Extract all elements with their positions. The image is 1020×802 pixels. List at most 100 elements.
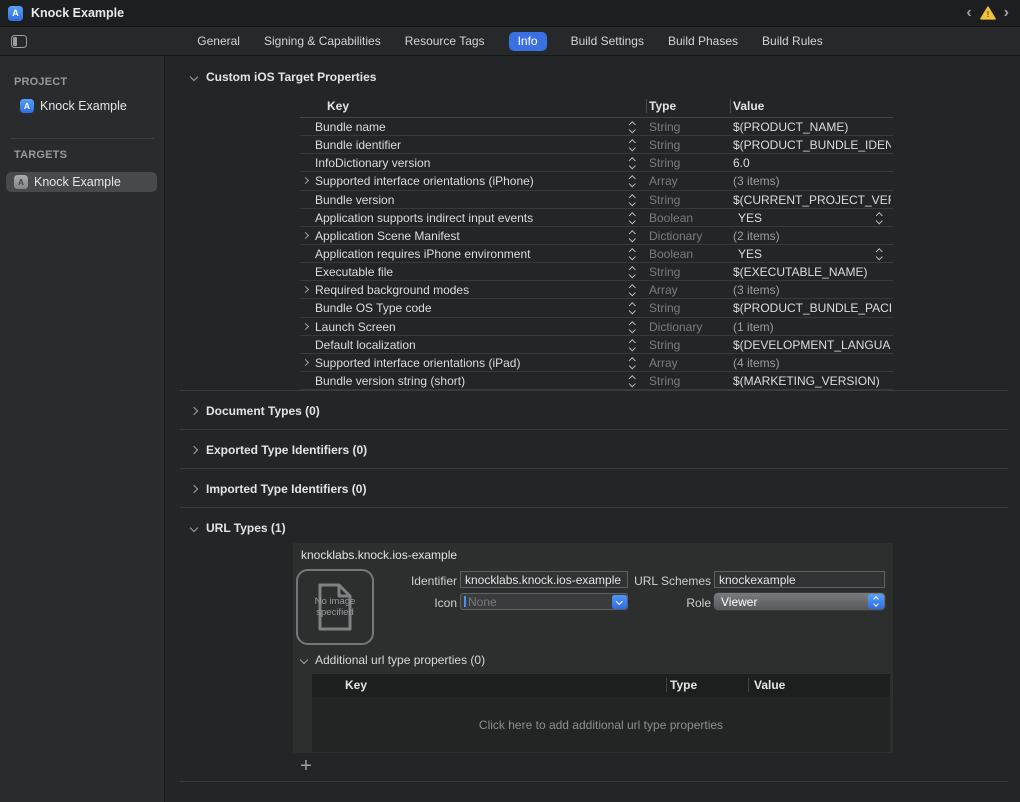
- property-row[interactable]: Application requires iPhone environmentB…: [300, 245, 893, 263]
- tab-general[interactable]: General: [197, 32, 240, 51]
- tab-build-settings[interactable]: Build Settings: [571, 32, 644, 51]
- stepper-icon[interactable]: [630, 267, 635, 278]
- property-value[interactable]: $(PRODUCT_NAME): [733, 120, 891, 134]
- column-separator: [730, 99, 731, 113]
- role-label: Role: [581, 596, 711, 610]
- section-title: Document Types (0): [206, 404, 320, 418]
- property-row[interactable]: Supported interface orientations (iPhone…: [300, 172, 893, 190]
- property-row[interactable]: Executable fileString$(EXECUTABLE_NAME): [300, 263, 893, 281]
- chevron-right-icon[interactable]: [302, 286, 309, 293]
- property-value[interactable]: $(PRODUCT_BUNDLE_PACKA: [733, 301, 891, 315]
- property-type: Dictionary: [649, 320, 702, 334]
- property-type: String: [649, 138, 680, 152]
- stepper-icon[interactable]: [630, 285, 635, 296]
- tab-resource-tags[interactable]: Resource Tags: [405, 32, 485, 51]
- stepper-icon[interactable]: [630, 158, 635, 169]
- project-icon: A: [20, 99, 34, 113]
- add-url-properties-area[interactable]: Click here to add additional url type pr…: [312, 697, 890, 752]
- warning-icon[interactable]: !: [980, 6, 996, 20]
- property-value[interactable]: $(MARKETING_VERSION): [733, 374, 891, 388]
- url-type-entry: knocklabs.knock.ios-example No image spe…: [293, 543, 893, 753]
- stepper-icon[interactable]: [630, 376, 635, 387]
- back-button[interactable]: ‹: [966, 5, 971, 21]
- property-row[interactable]: Application Scene ManifestDictionary(2 i…: [300, 227, 893, 245]
- role-dropdown[interactable]: Viewer: [714, 593, 885, 610]
- popup-stepper-icon: [868, 594, 884, 609]
- property-type: String: [649, 120, 680, 134]
- chevron-right-icon[interactable]: [302, 232, 309, 239]
- property-value[interactable]: YES: [738, 211, 888, 225]
- property-value[interactable]: (4 items): [733, 356, 891, 370]
- section-url-types[interactable]: URL Types (1): [191, 520, 286, 536]
- stepper-icon[interactable]: [877, 249, 882, 260]
- property-row[interactable]: Bundle version string (short)String$(MAR…: [300, 372, 893, 390]
- property-key: Launch Screen: [315, 320, 396, 334]
- property-value[interactable]: $(CURRENT_PROJECT_VERS: [733, 193, 891, 207]
- property-value[interactable]: $(DEVELOPMENT_LANGUAGI: [733, 338, 891, 352]
- property-row[interactable]: InfoDictionary versionString6.0: [300, 154, 893, 172]
- section-custom-ios-target-properties[interactable]: Custom iOS Target Properties: [191, 69, 376, 85]
- column-header-type: Type: [670, 678, 697, 692]
- add-url-type-button[interactable]: +: [297, 758, 315, 776]
- property-key: Bundle version: [315, 193, 394, 207]
- property-type: String: [649, 374, 680, 388]
- section-additional-url-properties[interactable]: Additional url type properties (0): [301, 653, 485, 667]
- title-bar: A Knock Example ‹ ! ›: [0, 0, 1020, 27]
- url-schemes-field[interactable]: knockexample: [714, 571, 885, 588]
- stepper-icon[interactable]: [630, 358, 635, 369]
- chevron-right-icon: [190, 407, 198, 415]
- property-value[interactable]: $(PRODUCT_BUNDLE_IDENT: [733, 138, 891, 152]
- table-header: Key Type Value: [312, 674, 890, 697]
- property-row[interactable]: Required background modesArray(3 items): [300, 281, 893, 299]
- property-row[interactable]: Launch Screen Dictionary (1 item): [300, 318, 893, 336]
- property-value[interactable]: (3 items): [733, 174, 891, 188]
- stepper-icon[interactable]: [630, 122, 635, 133]
- stepper-icon[interactable]: [630, 213, 635, 224]
- property-value[interactable]: $(EXECUTABLE_NAME): [733, 265, 891, 279]
- property-row[interactable]: Bundle nameString$(PRODUCT_NAME): [300, 118, 893, 136]
- stepper-icon[interactable]: [630, 195, 635, 206]
- column-separator: [646, 99, 647, 113]
- navigator-sidebar: PROJECT A Knock Example TARGETS A Knock …: [0, 56, 165, 802]
- stepper-icon[interactable]: [877, 213, 882, 224]
- stepper-icon[interactable]: [630, 303, 635, 314]
- stepper-icon[interactable]: [630, 249, 635, 260]
- tab-build-phases[interactable]: Build Phases: [668, 32, 738, 51]
- property-row[interactable]: Default localizationString$(DEVELOPMENT_…: [300, 336, 893, 354]
- property-type: Boolean: [649, 211, 693, 225]
- property-value[interactable]: (2 items): [733, 229, 891, 243]
- project-app-icon: A: [8, 6, 23, 21]
- chevron-right-icon[interactable]: [302, 323, 309, 330]
- stepper-icon[interactable]: [630, 231, 635, 242]
- property-value[interactable]: YES: [738, 247, 888, 261]
- property-row[interactable]: Supported interface orientations (iPad)A…: [300, 354, 893, 372]
- section-document-types-0[interactable]: Document Types (0): [191, 403, 320, 419]
- sidebar-item-target[interactable]: A Knock Example: [6, 172, 157, 192]
- chevron-right-icon[interactable]: [302, 177, 309, 184]
- property-row[interactable]: Application supports indirect input even…: [300, 209, 893, 227]
- tab-build-rules[interactable]: Build Rules: [762, 32, 823, 51]
- chevron-right-icon[interactable]: [302, 359, 309, 366]
- section-imported-type-identifiers-0[interactable]: Imported Type Identifiers (0): [191, 481, 366, 497]
- subsection-title: Additional url type properties (0): [315, 653, 485, 667]
- stepper-icon[interactable]: [630, 322, 635, 333]
- sidebar-item-project[interactable]: A Knock Example: [20, 99, 127, 113]
- tab-signing-capabilities[interactable]: Signing & Capabilities: [264, 32, 381, 51]
- property-row[interactable]: Bundle OS Type codeString$(PRODUCT_BUNDL…: [300, 299, 893, 317]
- stepper-icon[interactable]: [630, 340, 635, 351]
- section-exported-type-identifiers-0[interactable]: Exported Type Identifiers (0): [191, 442, 367, 458]
- property-row[interactable]: Bundle identifier String $(PRODUCT_BUNDLE_…: [300, 136, 893, 154]
- property-value[interactable]: (1 item): [733, 320, 891, 334]
- forward-button[interactable]: ›: [1004, 5, 1009, 21]
- section-title: Imported Type Identifiers (0): [206, 482, 366, 496]
- stepper-icon[interactable]: [630, 176, 635, 187]
- property-value[interactable]: 6.0: [733, 156, 891, 170]
- editor-area: Custom iOS Target Properties Key Type Va…: [165, 56, 1020, 802]
- sidebar-toggle-icon[interactable]: [11, 35, 27, 48]
- property-key: Bundle identifier: [315, 138, 401, 152]
- property-key: Executable file: [315, 265, 393, 279]
- property-value[interactable]: (3 items): [733, 283, 891, 297]
- stepper-icon[interactable]: [630, 140, 635, 151]
- property-row[interactable]: Bundle versionString$(CURRENT_PROJECT_VE…: [300, 191, 893, 209]
- tab-info[interactable]: Info: [509, 32, 547, 51]
